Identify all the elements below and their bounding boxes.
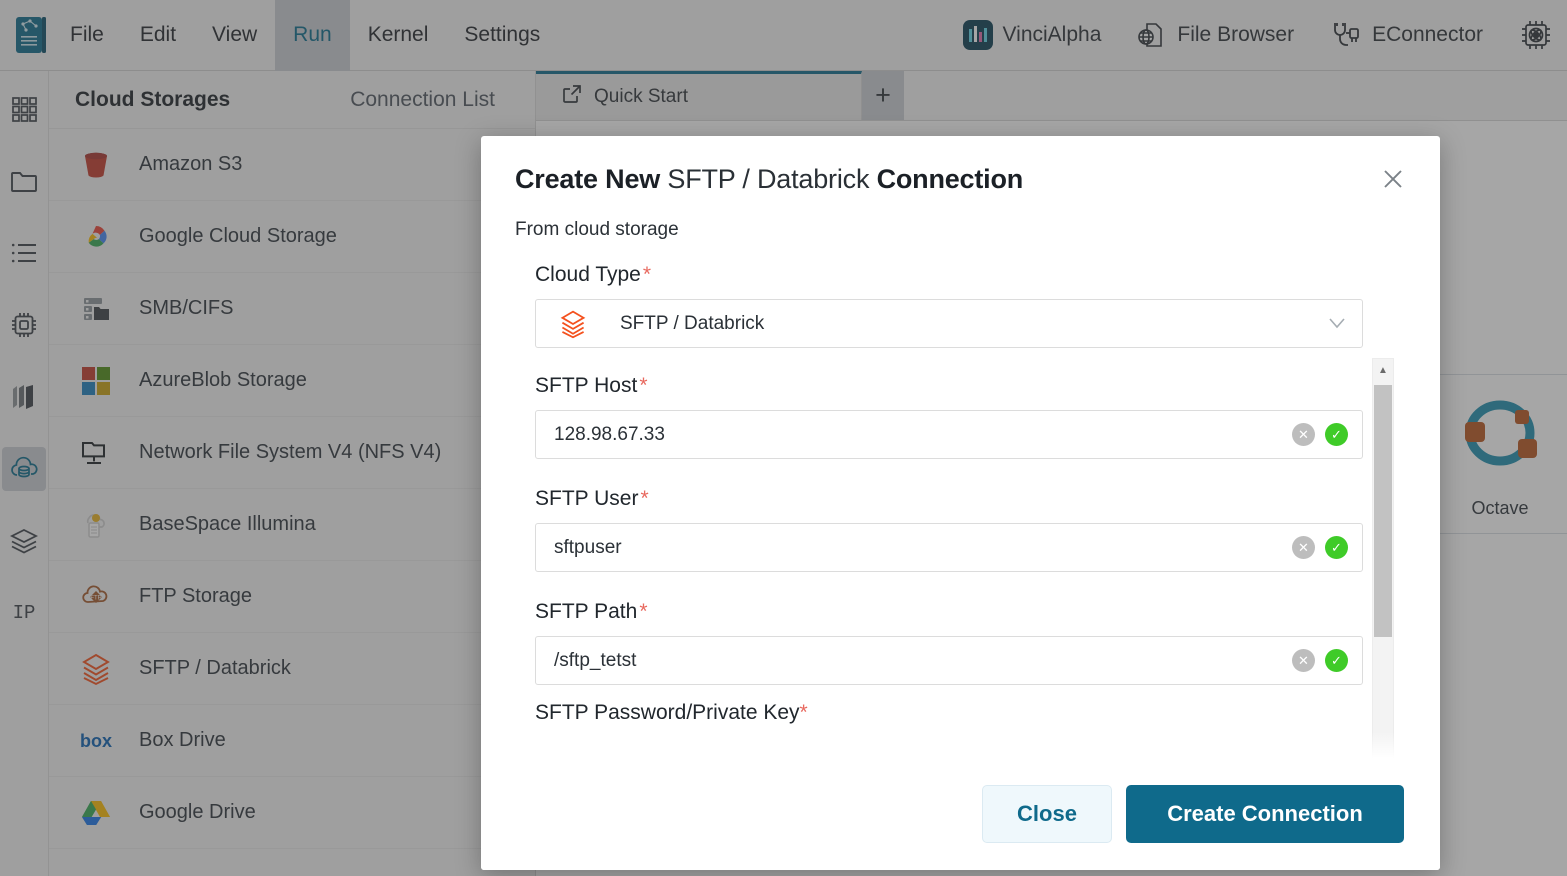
sftp-host-label-text: SFTP Host — [535, 374, 638, 397]
close-button[interactable]: Close — [982, 785, 1112, 843]
create-connection-modal: Create New SFTP / Databrick Connection F… — [481, 136, 1440, 870]
cloud-type-selected-value: SFTP / Databrick — [620, 312, 765, 334]
required-marker: * — [639, 374, 648, 397]
cloud-type-select[interactable]: SFTP / Databrick — [535, 299, 1363, 348]
scrollbar-thumb[interactable] — [1374, 385, 1392, 637]
valid-check-icon: ✓ — [1325, 649, 1348, 672]
sftp-path-label-text: SFTP Path — [535, 600, 638, 623]
modal-title: Create New SFTP / Databrick Connection — [515, 164, 1406, 195]
field-sftp-user: SFTP User* ✕ ✓ — [535, 487, 1406, 572]
sftp-path-input[interactable] — [554, 649, 1282, 672]
sftp-host-control[interactable]: ✕ ✓ — [535, 410, 1363, 459]
sftp-host-label: SFTP Host* — [535, 374, 1406, 398]
modal-body: Cloud Type* SFTP / Databrick SFTP Host* … — [481, 241, 1440, 758]
field-sftp-path: SFTP Path* ✕ ✓ — [535, 600, 1406, 685]
sftp-host-input[interactable] — [554, 423, 1282, 446]
modal-title-part2: SFTP / Databrick — [667, 164, 870, 194]
required-marker: * — [639, 600, 648, 623]
sftp-user-label: SFTP User* — [535, 487, 1406, 511]
chevron-down-icon — [1328, 314, 1346, 334]
valid-check-icon: ✓ — [1325, 423, 1348, 446]
cloud-type-label-text: Cloud Type — [535, 263, 641, 286]
field-sftp-host: SFTP Host* ✕ ✓ — [535, 374, 1406, 459]
field-cloud-type: Cloud Type* SFTP / Databrick — [535, 263, 1406, 348]
create-connection-button[interactable]: Create Connection — [1126, 785, 1404, 843]
sftp-user-control[interactable]: ✕ ✓ — [535, 523, 1363, 572]
modal-title-part3: Connection — [876, 164, 1024, 194]
valid-check-icon: ✓ — [1325, 536, 1348, 559]
required-marker: * — [642, 263, 652, 286]
modal-title-part1: Create New — [515, 164, 661, 194]
sftp-path-label: SFTP Path* — [535, 600, 1406, 624]
sftp-password-label-text: SFTP Password/Private Key — [535, 701, 800, 724]
sftp-password-label: SFTP Password/Private Key* — [535, 701, 1406, 725]
sftp-user-label-text: SFTP User — [535, 487, 639, 510]
sftp-path-control[interactable]: ✕ ✓ — [535, 636, 1363, 685]
clear-circle-icon[interactable]: ✕ — [1292, 536, 1315, 559]
modal-header: Create New SFTP / Databrick Connection — [481, 136, 1440, 195]
required-marker: * — [640, 487, 649, 510]
scroll-up-arrow-icon[interactable]: ▲ — [1373, 359, 1393, 381]
clear-circle-icon[interactable]: ✕ — [1292, 423, 1315, 446]
cloud-type-label: Cloud Type* — [535, 263, 1406, 287]
modal-footer: Close Create Connection — [481, 758, 1440, 870]
close-icon[interactable] — [1376, 162, 1410, 196]
sftp-user-input[interactable] — [554, 536, 1282, 559]
clear-circle-icon[interactable]: ✕ — [1292, 649, 1315, 672]
modal-subtitle: From cloud storage — [515, 219, 679, 240]
required-marker: * — [799, 701, 808, 724]
sftp-databrick-icon — [556, 307, 590, 341]
